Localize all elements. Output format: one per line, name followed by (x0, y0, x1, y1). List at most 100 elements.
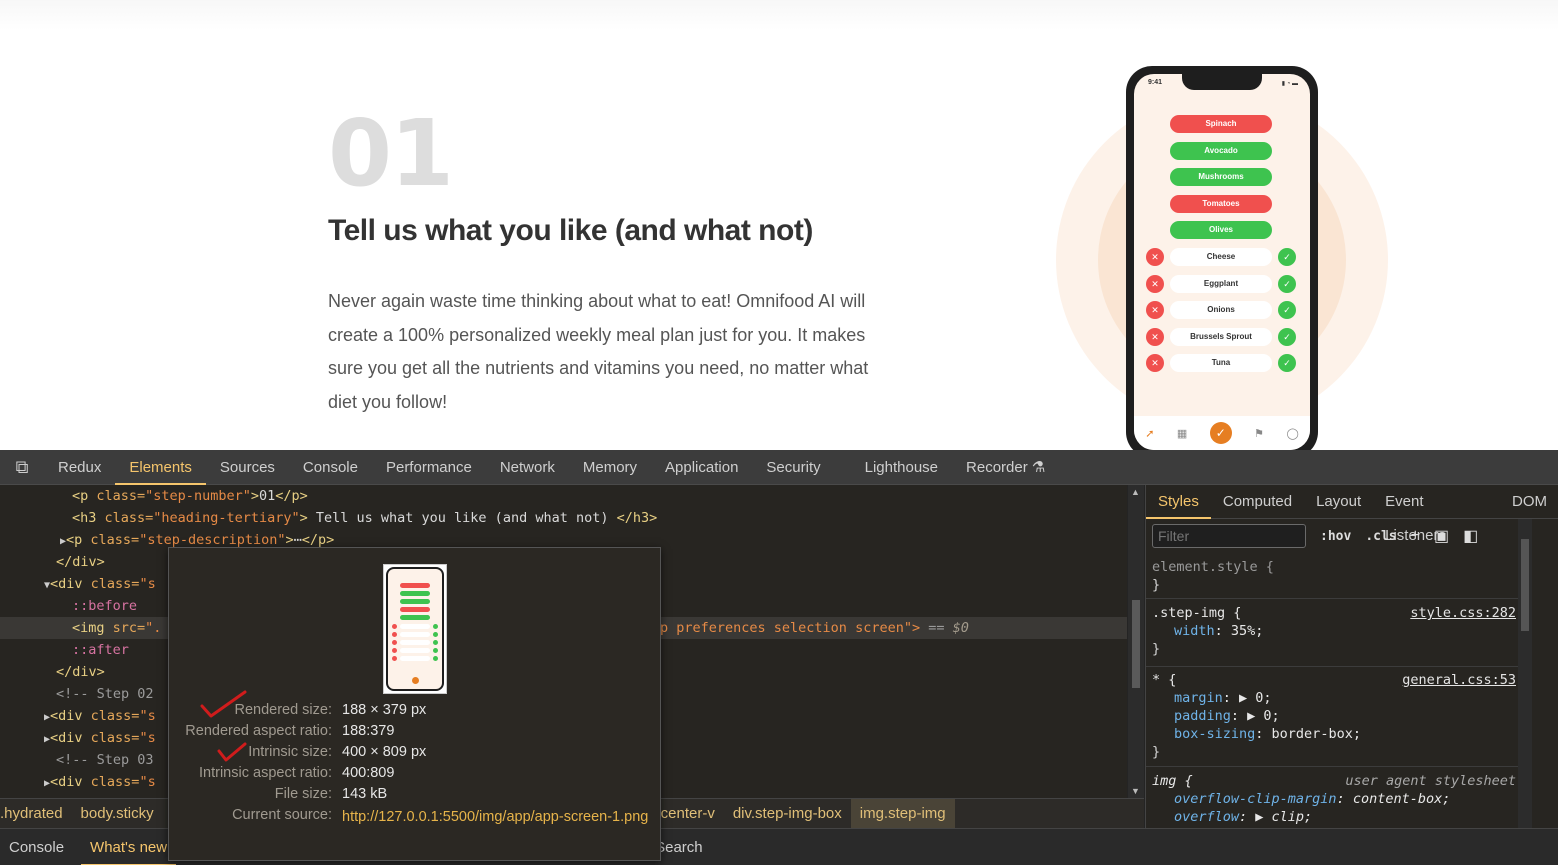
dom-node[interactable]: ▼<div class="s (44, 573, 156, 595)
dom-node[interactable]: ▶<div class="s (44, 705, 156, 727)
device-toolbar-icon[interactable]: ⧉ (0, 457, 44, 478)
info-rendered-ratio: Rendered aspect ratio: 188:379 (169, 723, 662, 744)
dom-node[interactable]: ▶<div class="s (44, 771, 156, 793)
info-value: 400 × 809 px (342, 744, 427, 760)
tag: <p (72, 488, 97, 504)
attr-name: src= (112, 620, 146, 636)
scroll-thumb[interactable] (1132, 600, 1140, 688)
thumbnail-screen (388, 569, 442, 689)
info-label: Intrinsic aspect ratio: (199, 765, 332, 781)
thumbs-down-icon: ✕ (1146, 275, 1164, 293)
thumb-pill (400, 591, 430, 596)
thumb-pill (400, 640, 430, 645)
tab-security[interactable]: Security (752, 450, 834, 485)
thumb-dot (412, 677, 419, 684)
dom-node[interactable]: </div> (56, 661, 105, 683)
paint-brush-icon[interactable]: ▣ (1434, 526, 1449, 546)
declaration[interactable]: margin: ▶ 0; (1146, 689, 1518, 707)
tab-elements[interactable]: Elements (115, 450, 206, 485)
breadcrumb-item[interactable]: body.sticky (72, 799, 163, 829)
rocket-icon: ➚ (1145, 427, 1155, 440)
thumbnail-phone (386, 567, 444, 691)
source-link[interactable]: http://127.0.0.1:5500/img/app/app-screen… (342, 807, 652, 827)
tab-computed[interactable]: Computed (1211, 485, 1304, 519)
food-pill: Spinach (1170, 115, 1272, 133)
dom-node[interactable]: ::after (72, 639, 129, 661)
info-value: 400:809 (342, 765, 395, 781)
dom-scrollbar[interactable]: ▲ ▼ (1128, 485, 1144, 798)
breadcrumb-item-active[interactable]: img.step-img (850, 798, 955, 829)
step-number: 01 (328, 100, 454, 207)
dom-node[interactable]: ::before (72, 595, 137, 617)
tab-console[interactable]: Console (289, 450, 372, 485)
dom-node[interactable]: <p class="step-number">01</p> (72, 485, 308, 507)
tab-recorder-label: Recorder (966, 458, 1028, 476)
food-pill: Tomatoes (1170, 195, 1272, 213)
declaration: overflow: ▶ clip; (1146, 808, 1518, 826)
tab-recorder[interactable]: Recorder ⚗ (952, 450, 1059, 485)
tag-bracket: > (285, 532, 294, 548)
node-text: Tell us what you like (and what not) (307, 510, 617, 526)
console-ref: $0 (952, 620, 969, 636)
thumbs-down-icon: ✕ (1146, 301, 1164, 319)
rule-source-link[interactable]: general.css:53 (1402, 671, 1516, 689)
dom-node[interactable]: <!-- Step 03 (56, 749, 154, 771)
tab-dom[interactable]: DOM (1500, 485, 1558, 519)
devtools-tabbar: ⧉ Redux Elements Sources Console Perform… (0, 450, 1558, 485)
ellipsis-icon[interactable]: ⋯ (294, 532, 302, 548)
rule-source-link[interactable]: style.css:282 (1410, 604, 1516, 622)
attr-value: "s (139, 576, 156, 592)
add-rule-icon[interactable]: + (1411, 527, 1420, 545)
drawer-tab-whats-new[interactable]: What's new (81, 829, 177, 865)
tab-redux[interactable]: Redux (44, 450, 115, 485)
tab-memory[interactable]: Memory (569, 450, 651, 485)
cls-toggle[interactable]: .cls (1365, 529, 1396, 544)
selected-node-tail: p preferences selection screen"> == $0 (660, 617, 969, 639)
scroll-down-icon[interactable]: ▼ (1131, 786, 1140, 796)
tab-sources[interactable]: Sources (206, 450, 289, 485)
thumbs-down-icon: ✕ (1146, 248, 1164, 266)
step-heading: Tell us what you like (and what not) (328, 214, 813, 247)
rule-selector: * { (1152, 672, 1177, 688)
thumb-dot (433, 624, 438, 629)
scroll-thumb[interactable] (1521, 539, 1529, 631)
tag-bracket: > (299, 510, 308, 526)
tab-application[interactable]: Application (651, 450, 752, 485)
equals: == (920, 620, 953, 636)
calendar-icon: ▦ (1176, 427, 1188, 440)
dom-node[interactable]: </div> (56, 551, 105, 573)
dom-node[interactable]: ▶<div class="s (44, 727, 156, 749)
hov-toggle[interactable]: :hov (1320, 529, 1351, 544)
rule-header: .step-img {style.css:282 (1146, 604, 1518, 622)
food-choice: Eggplant (1170, 275, 1272, 293)
tab-layout[interactable]: Layout (1304, 485, 1373, 519)
styles-tabbar: Styles Computed Layout Event Listeners D… (1146, 485, 1558, 544)
scroll-up-icon[interactable]: ▲ (1131, 487, 1140, 497)
breadcrumb-item[interactable]: .hydrated (0, 799, 72, 829)
toggle-sidebar-icon[interactable]: ◧ (1463, 526, 1478, 546)
thumbs-up-icon: ✓ (1278, 354, 1296, 372)
tab-styles[interactable]: Styles (1146, 485, 1211, 519)
rule-close: } (1152, 744, 1161, 760)
dom-node[interactable]: <h3 class="heading-tertiary"> Tell us wh… (72, 507, 657, 529)
styles-filter-row: :hov .cls + ▣ ◧ (1146, 519, 1518, 553)
thumb-pill (400, 607, 430, 612)
colon: : (1336, 791, 1353, 807)
declaration[interactable]: box-sizing: border-box; (1146, 725, 1518, 743)
dom-node[interactable]: <!-- Step 02 (56, 683, 154, 705)
drawer-tab-console[interactable]: Console (0, 829, 73, 865)
attr-value: "s (139, 708, 156, 724)
declaration[interactable]: width: 35%; (1146, 622, 1518, 640)
tab-network[interactable]: Network (486, 450, 569, 485)
tag: <div (50, 576, 91, 592)
tab-performance[interactable]: Performance (372, 450, 486, 485)
info-file-size: File size: 143 kB (169, 786, 662, 807)
info-intrinsic-size: Intrinsic size: 400 × 809 px (169, 744, 662, 765)
tag: </p> (275, 488, 308, 504)
breadcrumb-item[interactable]: div.step-img-box (724, 799, 851, 829)
tab-lighthouse[interactable]: Lighthouse (851, 450, 952, 485)
tab-event-listeners[interactable]: Event Listeners (1373, 485, 1500, 544)
styles-filter-input[interactable] (1152, 524, 1306, 548)
styles-scrollbar[interactable] (1518, 519, 1532, 828)
declaration[interactable]: padding: ▶ 0; (1146, 707, 1518, 725)
